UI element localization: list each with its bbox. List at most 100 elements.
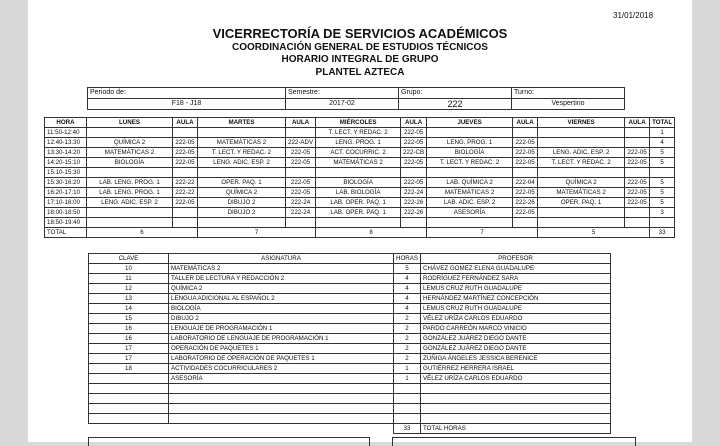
title-line-4: PLANTEL AZTECA <box>315 67 405 78</box>
schedule-cell <box>315 167 402 178</box>
schedule-cell <box>172 167 198 178</box>
schedule-cell: LENG. ADIC. ESP. 2 <box>537 147 626 158</box>
schedule-row: 18:00-18:50 DIBUJO 2 222-24 LAB. OPER. PAQ.… <box>44 207 676 218</box>
schedule-cell: 222-26 <box>400 207 428 218</box>
schedule-header-cell: AULA <box>400 117 428 128</box>
time-slot: 17:10-18:00 <box>44 197 87 208</box>
schedule-row: 13:30-14:20 MATEMÁTICAS 2 222-05 T. LECT. Y… <box>44 147 676 158</box>
schedule-cell: LAB. ADIC. ESP. 2 <box>426 197 514 208</box>
subject-name: BIOLOGÍA <box>168 303 394 314</box>
title-line-2: COORDINACIÓN GENERAL DE ESTUDIOS TÉCNICO… <box>232 42 488 53</box>
schedule-cell: DIBUJO 2 <box>197 197 286 208</box>
schedule-header-cell: AULA <box>512 117 539 128</box>
time-slot: 11:50-12:40 <box>44 127 87 138</box>
schedule-row: 12:40-13:30 QUÍMICA 2 222-05 MATEMÁTICAS 22… <box>44 137 676 148</box>
time-slot: 18:00-18:50 <box>44 207 87 218</box>
schedule-cell: 222-05 <box>284 147 317 158</box>
subject-name <box>168 393 394 404</box>
subject-key: 18 <box>88 363 169 374</box>
subject-hours: 2 <box>392 333 422 344</box>
schedule-cell: BIOLOGÍA <box>315 177 402 188</box>
schedule-header-cell: AULA <box>284 117 317 128</box>
subject-name <box>168 403 394 414</box>
time-slot: 15:10-15:30 <box>44 167 87 178</box>
day-total: 8 <box>315 227 428 238</box>
subject-row <box>88 393 612 404</box>
schedule-cell: 222-05 <box>400 177 428 188</box>
subject-name <box>168 383 394 394</box>
subject-teacher: GONZÁLEZ JUÁREZ DIEGO DANTE <box>420 333 612 344</box>
schedule-header-cell: TOTAL <box>649 117 676 128</box>
schedule-cell <box>197 127 286 138</box>
schedule-cell <box>197 217 286 228</box>
subjects-header-cell: HORAS <box>392 253 422 264</box>
subjects-header-cell: PROFESOR <box>420 253 612 264</box>
schedule-cell: 222-05 <box>284 157 317 168</box>
schedule-cell: LENG. PROG. 1 <box>426 137 514 148</box>
schedule-cell: MATEMÁTICAS 2 <box>315 157 402 168</box>
schedule-header-cell: VIERNES <box>537 117 626 128</box>
schedule-cell: 222-26 <box>512 197 539 208</box>
schedule-cell: 5 <box>649 157 676 168</box>
schedule-cell: 5 <box>649 187 676 198</box>
schedule-cell: T. LECT. Y REDAC. 2 <box>426 157 514 168</box>
subject-hours: 2 <box>392 313 422 324</box>
schedule-cell: 222-05 <box>624 157 651 168</box>
time-slot: 18:50-19:40 <box>44 217 87 228</box>
subject-teacher: CHÁVEZ GOMEZ ELENA GUADALUPE <box>420 263 612 274</box>
schedule-cell: ACT. COCURRIC. 2 <box>315 147 402 158</box>
schedule-cell <box>86 207 173 218</box>
day-total: 7 <box>426 227 539 238</box>
subject-key <box>88 383 169 394</box>
subject-name: LENGUAJE DE PROGRAMACIÓN 1 <box>168 323 394 334</box>
subject-name: ACTIVIDADES COCURRICULARES 2 <box>168 363 394 374</box>
subject-hours: 2 <box>392 323 422 334</box>
schedule-cell: 222-ADV <box>284 137 317 148</box>
schedule-cell: 222-05 <box>512 207 539 218</box>
schedule-row: 15:10-15:30 <box>44 167 676 178</box>
schedule-cell <box>426 167 514 178</box>
schedule-cell: 5 <box>649 147 676 158</box>
schedule-cell: 222-05 <box>624 187 651 198</box>
schedule-header-cell: MARTES <box>197 117 286 128</box>
total-hours-value: 33 <box>392 423 422 434</box>
schedule-cell: 222-05 <box>284 187 317 198</box>
subject-row: 13 LENGUA ADICIONAL AL ESPAÑOL 2 4 HERNÁNDE… <box>88 293 612 304</box>
schedule-cell: 222-05 <box>400 137 428 148</box>
time-slot: 15:30-16:20 <box>44 177 87 188</box>
subject-hours: 1 <box>392 373 422 384</box>
periodo-value: F18 - J18 <box>87 98 286 110</box>
schedule-cell: 3 <box>649 207 676 218</box>
day-total: 6 <box>86 227 198 238</box>
subject-teacher: VÉLEZ URÍZA CARLOS EDUARDO <box>420 373 612 384</box>
subject-teacher: LEMUS CRUZ RUTH GUADALUPE <box>420 283 612 294</box>
schedule-cell <box>537 127 626 138</box>
schedule-cell: T. LECT. Y REDAC. 2 <box>197 147 286 158</box>
total-hours-label: TOTAL HORAS <box>420 423 612 434</box>
subject-teacher: RODRÍGUEZ FERNÁNDEZ SARA <box>420 273 612 284</box>
subject-hours: 4 <box>392 303 422 314</box>
subject-teacher: GUTIÉRREZ HERRERA ISRAEL <box>420 363 612 374</box>
subject-hours: 1 <box>392 363 422 374</box>
schedule-cell <box>512 127 539 138</box>
subject-hours: 2 <box>392 353 422 364</box>
schedule-cell: 4 <box>649 137 676 148</box>
subject-row: ASESORÍA 1 VÉLEZ URÍZA CARLOS EDUARDO <box>88 373 612 384</box>
schedule-header-cell: HORA <box>44 117 87 128</box>
subject-row <box>88 403 612 414</box>
schedule-cell: 222-05 <box>624 147 651 158</box>
schedule-cell <box>284 167 317 178</box>
subject-hours: 4 <box>392 283 422 294</box>
subject-row: 11 TALLER DE LECTURA Y REDACCIÓN 2 4 RODRÍG… <box>88 273 612 284</box>
turno-value: Vespertino <box>511 98 625 110</box>
periodo-label: Periodo de: <box>87 87 286 99</box>
subject-row: 17 LABORATORIO DE OPERACIÓN DE PAQUETES 1… <box>88 353 612 364</box>
schedule-cell <box>400 217 428 228</box>
subject-row: 10 MATEMÁTICAS 2 5 CHÁVEZ GOMEZ ELENA GUADA… <box>88 263 612 274</box>
subjects-total-row: 33 TOTAL HORAS <box>89 423 612 434</box>
subject-teacher: ZÚÑIGA ÁNGELES JESSICA BERENICE <box>420 353 612 364</box>
schedule-cell: 222-05 <box>512 147 539 158</box>
schedule-cell: 222-24 <box>284 197 317 208</box>
subject-name: OPERACIÓN DE PAQUETES 1 <box>168 343 394 354</box>
total-label: TOTAL <box>44 227 87 238</box>
